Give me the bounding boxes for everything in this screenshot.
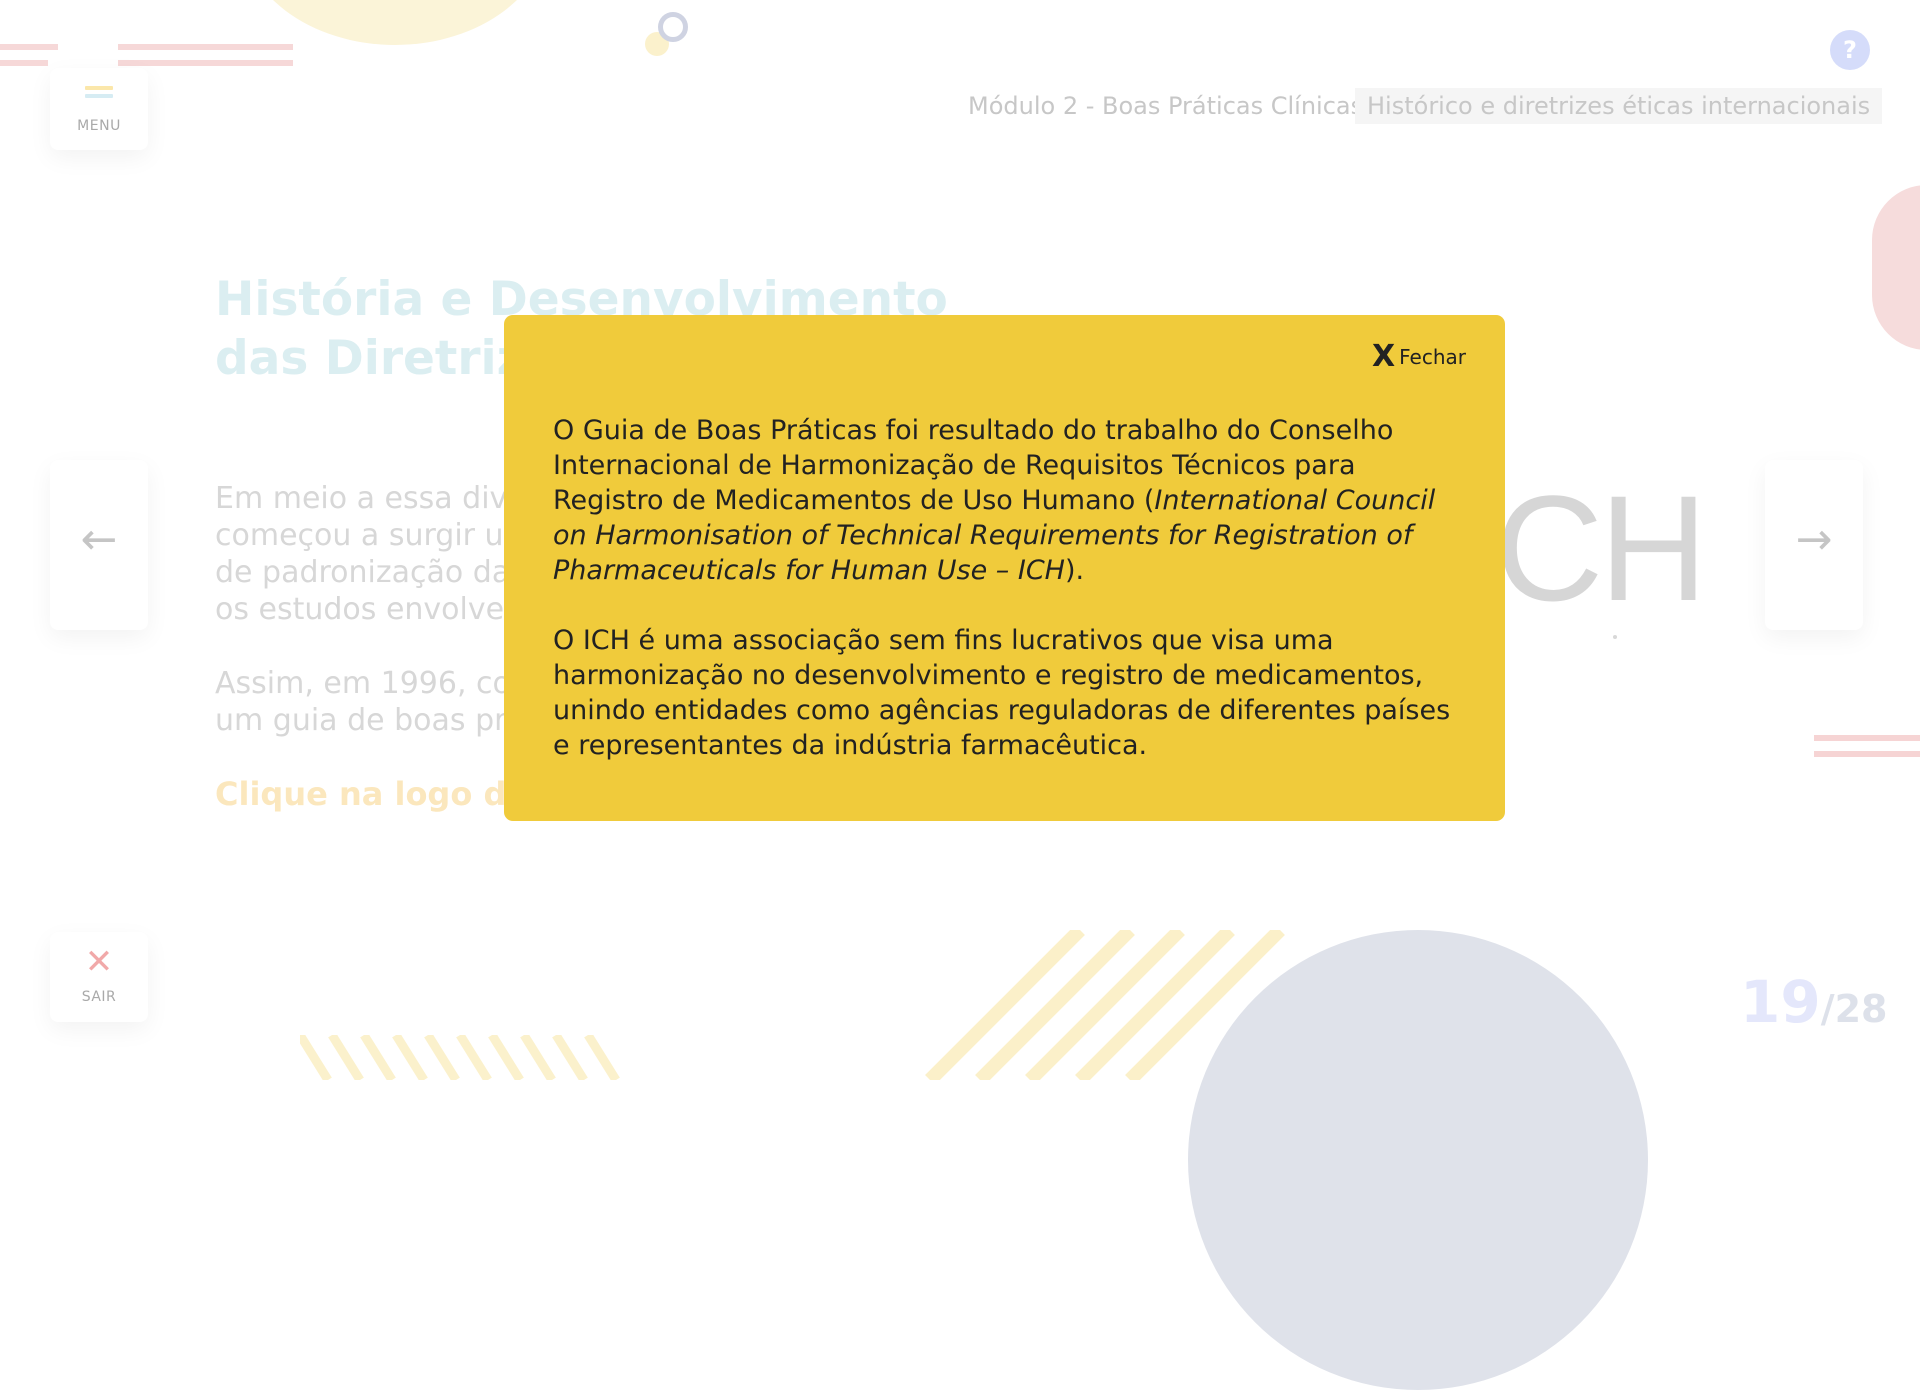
menu-icon [85, 86, 113, 102]
info-modal: X Fechar O Guia de Boas Práticas foi resu… [504, 315, 1505, 821]
close-label: Fechar [1399, 344, 1466, 369]
breadcrumb-topic: Histórico e diretrizes éticas internacio… [1355, 88, 1883, 124]
decorative-circle-right [1872, 185, 1920, 350]
decorative-ring [658, 12, 688, 42]
modal-paragraph-1: O Guia de Boas Práticas foi resultado do… [553, 413, 1473, 588]
close-icon: ✕ [84, 942, 114, 982]
menu-label: MENU [77, 118, 121, 134]
page-counter: 19/28 [1740, 968, 1888, 1036]
decorative-lines-right [1814, 735, 1920, 757]
page-separator: / [1820, 987, 1835, 1031]
arrow-right-icon: → [1795, 514, 1833, 565]
next-slide-button[interactable]: → [1765, 460, 1863, 630]
modal-paragraph-2: O ICH é uma associação sem fins lucrativ… [553, 625, 1451, 761]
decorative-lines-top [0, 44, 293, 66]
breadcrumb-module: Módulo 2 - Boas Práticas Clínicas [968, 92, 1364, 120]
slide-cta-text: Clique na logo do IC [215, 775, 515, 813]
slide-paragraph-2: Assim, em 1996, com um guia de boas prá [215, 665, 515, 739]
ich-logo[interactable]: CH [1495, 462, 1708, 635]
help-button[interactable]: ? [1830, 30, 1870, 70]
slide-paragraph-1-line: começou a surgir um [215, 518, 515, 553]
close-x-icon: X [1371, 339, 1396, 374]
slide-paragraph-1-line: os estudos envolven [215, 592, 515, 627]
decorative-circle-top [240, 0, 550, 45]
arrow-left-icon: ← [80, 514, 118, 565]
modal-body: O Guia de Boas Práticas foi resultado do… [553, 413, 1473, 798]
slide-paragraph-1-line: Em meio a essa dive [215, 481, 515, 516]
page-total: 28 [1834, 987, 1888, 1031]
page-current: 19 [1740, 968, 1821, 1036]
slide-paragraph-2-line: um guia de boas prá [215, 703, 515, 738]
modal-paragraph-1-end: ). [1064, 555, 1085, 586]
modal-close-button[interactable]: X Fechar [1372, 339, 1466, 374]
slide-paragraph-2-line: Assim, em 1996, com [215, 666, 515, 701]
menu-button[interactable]: MENU [50, 68, 148, 150]
exit-label: SAIR [81, 989, 117, 1005]
decorative-chevrons [300, 1035, 620, 1080]
decorative-circle-bottom [1188, 930, 1648, 1390]
previous-slide-button[interactable]: ← [50, 460, 148, 630]
ich-logo-dot [1613, 635, 1617, 639]
exit-button[interactable]: ✕ SAIR [50, 932, 148, 1022]
slide-paragraph-1: Em meio a essa dive começou a surgir um … [215, 480, 515, 628]
slide-paragraph-1-line: de padronização das [215, 555, 515, 590]
